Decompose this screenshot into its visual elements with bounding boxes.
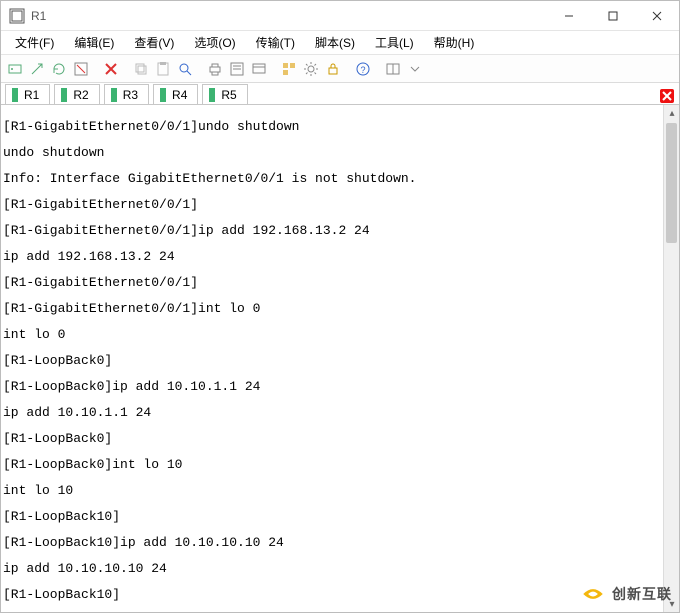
tab-label: R4 bbox=[172, 88, 187, 102]
dropdown-icon[interactable] bbox=[405, 59, 425, 79]
help-icon[interactable]: ? bbox=[353, 59, 373, 79]
menu-transfer[interactable]: 传输(T) bbox=[248, 32, 303, 53]
terminal-line: [R1-LoopBack10] bbox=[3, 510, 661, 523]
minimize-button[interactable] bbox=[547, 1, 591, 31]
properties-icon[interactable] bbox=[227, 59, 247, 79]
disconnect-all-icon[interactable] bbox=[101, 59, 121, 79]
close-tab-icon[interactable] bbox=[659, 88, 675, 104]
app-icon bbox=[9, 8, 25, 24]
terminal-line: [R1-GigabitEthernet0/0/1] bbox=[3, 198, 661, 211]
status-indicator-icon bbox=[12, 88, 18, 102]
terminal-line: int lo 10 bbox=[3, 484, 661, 497]
copy-icon[interactable] bbox=[131, 59, 151, 79]
tab-label: R2 bbox=[73, 88, 88, 102]
terminal-line: ip add 10.10.10.10 24 bbox=[3, 562, 661, 575]
terminal-line: [R1-GigabitEthernet0/0/1]ip add 192.168.… bbox=[3, 224, 661, 237]
status-indicator-icon bbox=[209, 88, 215, 102]
menu-help[interactable]: 帮助(H) bbox=[426, 32, 483, 53]
title-bar: R1 bbox=[1, 1, 679, 31]
scroll-thumb[interactable] bbox=[666, 123, 677, 243]
menu-tools[interactable]: 工具(L) bbox=[367, 32, 422, 53]
disconnect-icon[interactable] bbox=[71, 59, 91, 79]
terminal-line: [R1-LoopBack10] bbox=[3, 588, 661, 601]
menu-edit[interactable]: 编辑(E) bbox=[66, 32, 122, 53]
terminal-area: [R1-GigabitEthernet0/0/1]undo shutdown u… bbox=[1, 105, 679, 612]
terminal-line: Info: Interface GigabitEthernet0/0/1 is … bbox=[3, 172, 661, 185]
settings-icon[interactable] bbox=[301, 59, 321, 79]
terminal-line: [R1-LoopBack0] bbox=[3, 432, 661, 445]
scroll-down-icon[interactable]: ▾ bbox=[664, 596, 679, 612]
menu-options[interactable]: 选项(O) bbox=[186, 32, 243, 53]
session-tabs: R1 R2 R3 R4 R5 bbox=[1, 83, 679, 105]
terminal-line: [R1-GigabitEthernet0/0/1] bbox=[3, 276, 661, 289]
toolbar: ? bbox=[1, 55, 679, 83]
connect-icon[interactable] bbox=[5, 59, 25, 79]
svg-text:?: ? bbox=[360, 65, 365, 75]
new-session-icon[interactable] bbox=[249, 59, 269, 79]
quick-connect-icon[interactable] bbox=[27, 59, 47, 79]
terminal-line: undo shutdown bbox=[3, 146, 661, 159]
vertical-scrollbar[interactable]: ▴ ▾ bbox=[663, 105, 679, 612]
tab-label: R3 bbox=[123, 88, 138, 102]
status-indicator-icon bbox=[111, 88, 117, 102]
session-manager-icon[interactable] bbox=[279, 59, 299, 79]
toggle-view-icon[interactable] bbox=[383, 59, 403, 79]
tab-r4[interactable]: R4 bbox=[153, 84, 198, 104]
tab-r1[interactable]: R1 bbox=[5, 84, 50, 104]
window-controls bbox=[547, 1, 679, 31]
status-indicator-icon bbox=[160, 88, 166, 102]
terminal-line: [R1-LoopBack10]ip add 10.10.10.10 24 bbox=[3, 536, 661, 549]
terminal-line: int lo 0 bbox=[3, 328, 661, 341]
terminal-line: [R1-LoopBack0]int lo 10 bbox=[3, 458, 661, 471]
scroll-up-icon[interactable]: ▴ bbox=[664, 105, 679, 121]
tab-r2[interactable]: R2 bbox=[54, 84, 99, 104]
terminal-line: ip add 192.168.13.2 24 bbox=[3, 250, 661, 263]
tab-r3[interactable]: R3 bbox=[104, 84, 149, 104]
paste-icon[interactable] bbox=[153, 59, 173, 79]
terminal-line: [R1-LoopBack0] bbox=[3, 354, 661, 367]
tab-label: R1 bbox=[24, 88, 39, 102]
print-icon[interactable] bbox=[205, 59, 225, 79]
app-window: R1 文件(F) 编辑(E) 查看(V) 选项(O) 传输(T) 脚本(S) 工… bbox=[0, 0, 680, 613]
reconnect-icon[interactable] bbox=[49, 59, 69, 79]
tab-label: R5 bbox=[221, 88, 236, 102]
terminal-line: [R1-GigabitEthernet0/0/1]int lo 0 bbox=[3, 302, 661, 315]
menu-bar: 文件(F) 编辑(E) 查看(V) 选项(O) 传输(T) 脚本(S) 工具(L… bbox=[1, 31, 679, 55]
terminal-line: ip add 10.10.1.1 24 bbox=[3, 406, 661, 419]
close-button[interactable] bbox=[635, 1, 679, 31]
find-icon[interactable] bbox=[175, 59, 195, 79]
tab-r5[interactable]: R5 bbox=[202, 84, 247, 104]
status-indicator-icon bbox=[61, 88, 67, 102]
menu-file[interactable]: 文件(F) bbox=[7, 32, 62, 53]
terminal-line: [R1-LoopBack0]ip add 10.10.1.1 24 bbox=[3, 380, 661, 393]
maximize-button[interactable] bbox=[591, 1, 635, 31]
window-title: R1 bbox=[31, 9, 547, 23]
terminal-line: [R1-GigabitEthernet0/0/1]undo shutdown bbox=[3, 120, 661, 133]
lock-icon[interactable] bbox=[323, 59, 343, 79]
menu-script[interactable]: 脚本(S) bbox=[307, 32, 363, 53]
terminal[interactable]: [R1-GigabitEthernet0/0/1]undo shutdown u… bbox=[1, 105, 663, 612]
menu-view[interactable]: 查看(V) bbox=[126, 32, 182, 53]
